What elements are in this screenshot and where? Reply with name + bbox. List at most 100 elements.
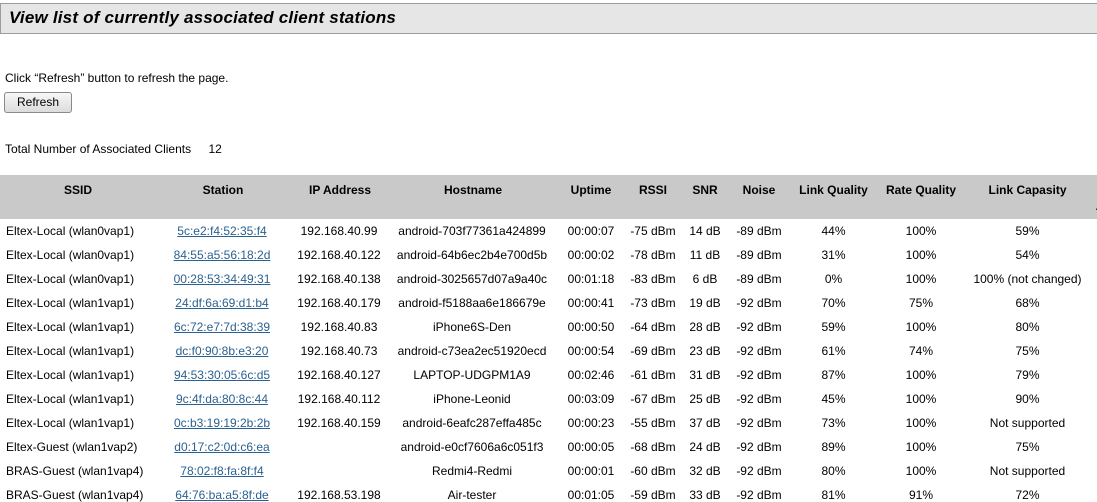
cell-ssid: Eltex-Local (wlan1vap1) [0,315,154,339]
cell-rssi: -75 dBm [626,219,680,243]
cell-authorized: Yes [1092,483,1097,502]
cell-rssi: -83 dBm [626,267,680,291]
cell-link_quality: 61% [788,339,879,363]
cell-snr: 25 dB [680,387,730,411]
cell-station: dc:f0:90:8b:e3:20 [154,339,290,363]
station-mac-link[interactable]: 64:76:ba:a5:8f:de [175,488,268,502]
table-header: SSID Station IP Address Hostname Uptime … [0,175,1097,219]
cell-authorized: Yes [1092,435,1097,459]
cell-rate_quality: 100% [879,243,963,267]
column-header-link-quality: Link Quality [788,175,879,199]
cell-ip: 192.168.40.73 [290,339,388,363]
cell-link_capasity: 75% [963,339,1092,363]
cell-ssid: BRAS-Guest (wlan1vap4) [0,459,154,483]
cell-station: 6c:72:e7:7d:38:39 [154,315,290,339]
station-mac-link[interactable]: 0c:b3:19:19:2b:2b [174,416,270,430]
station-mac-link[interactable]: 5c:e2:f4:52:35:f4 [177,224,266,238]
table-row: Eltex-Local (wlan1vap1)24:df:6a:69:d1:b4… [0,291,1097,315]
station-mac-link[interactable]: 94:53:30:05:6c:d5 [174,368,270,382]
cell-snr: 23 dB [680,339,730,363]
cell-uptime: 00:01:18 [556,267,626,291]
cell-ssid: Eltex-Local (wlan1vap1) [0,339,154,363]
station-mac-link[interactable]: 78:02:f8:fa:8f:f4 [180,464,263,478]
cell-link_quality: 87% [788,363,879,387]
table-row: BRAS-Guest (wlan1vap4)78:02:f8:fa:8f:f4R… [0,459,1097,483]
cell-station: 64:76:ba:a5:8f:de [154,483,290,502]
station-mac-link[interactable]: 24:df:6a:69:d1:b4 [175,296,268,310]
station-mac-link[interactable]: 6c:72:e7:7d:38:39 [174,320,270,334]
cell-hostname: Air-tester [388,483,556,502]
cell-link_capasity: 90% [963,387,1092,411]
cell-noise: -92 dBm [730,483,788,502]
cell-noise: -92 dBm [730,363,788,387]
cell-rate_quality: 100% [879,387,963,411]
cell-rate_quality: 74% [879,339,963,363]
station-mac-link[interactable]: 84:55:a5:56:18:2d [174,248,271,262]
cell-link_capasity: 59% [963,219,1092,243]
cell-hostname: android-703f77361a424899 [388,219,556,243]
station-mac-link[interactable]: d0:17:c2:0d:c6:ea [174,440,269,454]
cell-authorized: Yes [1092,411,1097,435]
cell-link_quality: 89% [788,435,879,459]
cell-authorized: Yes [1092,315,1097,339]
station-mac-link[interactable]: dc:f0:90:8b:e3:20 [176,344,269,358]
cell-authorized: Yes [1092,363,1097,387]
cell-station: d0:17:c2:0d:c6:ea [154,435,290,459]
station-mac-link[interactable]: 9c:4f:da:80:8c:44 [176,392,268,406]
cell-rssi: -78 dBm [626,243,680,267]
column-header-snr: SNR [680,175,730,199]
cell-hostname: android-e0cf7606a6c051f3 [388,435,556,459]
cell-uptime: 00:02:46 [556,363,626,387]
cell-ip: 192.168.40.179 [290,291,388,315]
cell-uptime: 00:00:07 [556,219,626,243]
cell-hostname: android-3025657d07a9a40c [388,267,556,291]
column-header-status: Status [1092,175,1097,199]
cell-link_capasity: 75% [963,435,1092,459]
cell-authorized: Yes [1092,339,1097,363]
cell-snr: 11 dB [680,243,730,267]
cell-hostname: android-64b6ec2b4e700d5b [388,243,556,267]
cell-link_quality: 59% [788,315,879,339]
cell-snr: 24 dB [680,435,730,459]
cell-uptime: 00:03:09 [556,387,626,411]
cell-rate_quality: 100% [879,315,963,339]
refresh-button[interactable]: Refresh [4,92,72,113]
cell-snr: 33 dB [680,483,730,502]
cell-snr: 32 dB [680,459,730,483]
cell-link_quality: 44% [788,219,879,243]
cell-ip: 192.168.40.138 [290,267,388,291]
total-clients-line: Total Number of Associated Clients 12 [5,142,1097,156]
cell-authorized: Yes [1092,219,1097,243]
cell-noise: -92 dBm [730,315,788,339]
page-title: View list of currently associated client… [9,8,1096,28]
table-row: Eltex-Local (wlan1vap1)94:53:30:05:6c:d5… [0,363,1097,387]
cell-link_quality: 70% [788,291,879,315]
cell-station: 00:28:53:34:49:31 [154,267,290,291]
cell-station: 5c:e2:f4:52:35:f4 [154,219,290,243]
station-mac-link[interactable]: 00:28:53:34:49:31 [174,272,271,286]
cell-hostname: LAPTOP-UDGPM1A9 [388,363,556,387]
cell-ip [290,435,388,459]
cell-link_quality: 31% [788,243,879,267]
cell-uptime: 00:00:54 [556,339,626,363]
cell-uptime: 00:00:50 [556,315,626,339]
cell-rate_quality: 91% [879,483,963,502]
cell-link_capasity: Not supported [963,459,1092,483]
cell-ip [290,459,388,483]
cell-link_quality: 45% [788,387,879,411]
refresh-instruction: Click “Refresh” button to refresh the pa… [5,71,1097,85]
cell-hostname: iPhone-Leonid [388,387,556,411]
cell-rssi: -59 dBm [626,483,680,502]
column-header-uptime: Uptime [556,175,626,199]
cell-station: 84:55:a5:56:18:2d [154,243,290,267]
cell-ip: 192.168.40.122 [290,243,388,267]
total-clients-label: Total Number of Associated Clients [5,142,191,156]
table-row: Eltex-Local (wlan1vap1)0c:b3:19:19:2b:2b… [0,411,1097,435]
cell-ip: 192.168.40.99 [290,219,388,243]
cell-rate_quality: 100% [879,411,963,435]
cell-ip: 192.168.40.83 [290,315,388,339]
cell-station: 9c:4f:da:80:8c:44 [154,387,290,411]
table-subheader-row: Authorized [0,199,1097,219]
cell-authorized: Yes [1092,387,1097,411]
cell-rssi: -68 dBm [626,435,680,459]
